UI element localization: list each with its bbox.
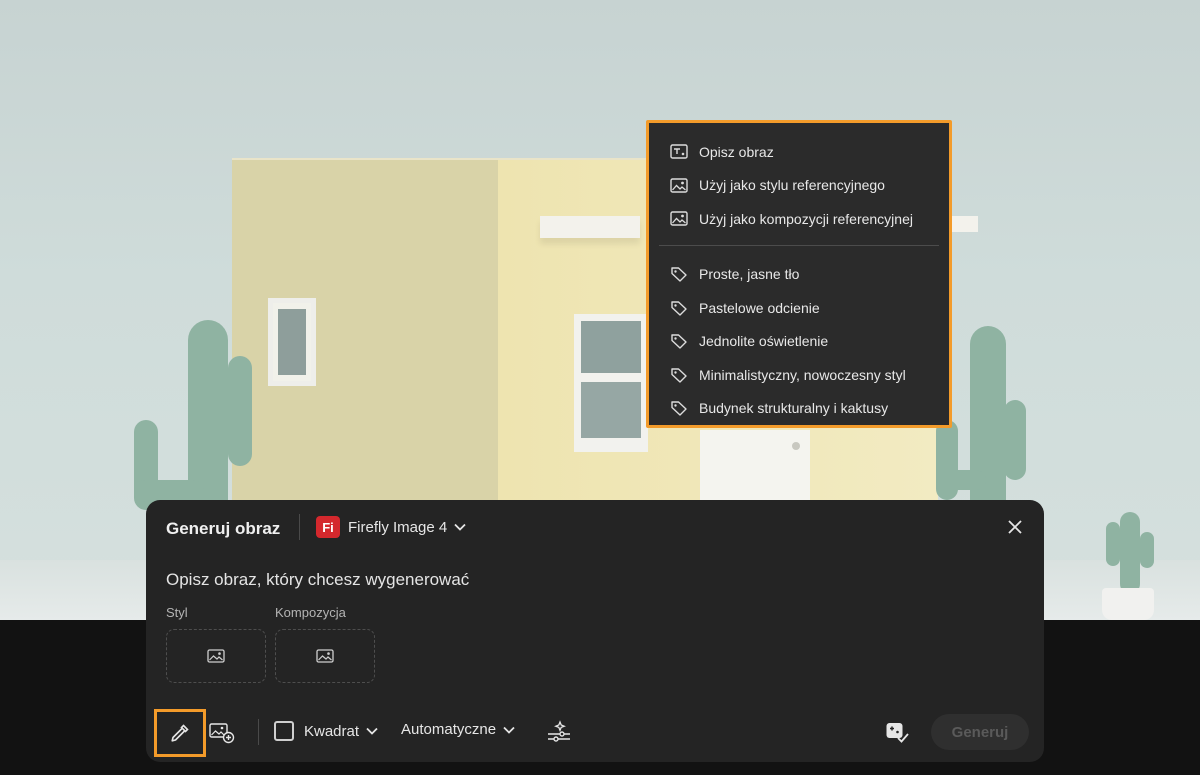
menu-item-label: Użyj jako stylu referencyjnego [699,177,885,194]
menu-item-describe-image[interactable]: Opisz obraz [649,135,949,169]
title-divider [299,514,300,540]
credits-icon [886,723,909,743]
menu-item-label: Opisz obraz [699,143,774,160]
style-reference-slot[interactable] [166,629,266,683]
model-name: Firefly Image 4 [348,518,448,536]
firefly-logo-icon: Fi [316,516,340,538]
close-icon [1008,520,1022,534]
house-awning-small [950,216,978,232]
add-image-button[interactable] [208,720,236,746]
generate-button[interactable]: Generuj [931,714,1029,750]
image-icon [669,211,689,227]
menu-item-tag-pastel-shades[interactable]: Pastelowe odcienie [649,291,949,325]
menu-item-tag-structural-building-cacti[interactable]: Budynek strukturalny i kaktusy [649,392,949,426]
tag-icon [669,266,689,282]
cactus-left-arm-2 [228,356,252,466]
image-placeholder-icon [207,649,225,663]
generate-image-panel: Generuj obraz Fi Firefly Image 4 Styl Ko… [146,500,1044,762]
menu-item-label: Pastelowe odcienie [699,299,820,316]
menu-item-label: Minimalistyczny, nowoczesny styl [699,366,906,383]
effects-settings-button[interactable] [544,718,574,746]
chevron-down-icon [365,726,379,736]
panel-title: Generuj obraz [166,519,281,538]
menu-item-label: Użyj jako kompozycji referencyjnej [699,210,913,227]
cactus-right-arm-1b [936,470,986,490]
aspect-ratio-selector[interactable]: Kwadrat [274,721,379,741]
menu-item-label: Proste, jasne tło [699,266,800,283]
square-aspect-icon [274,721,294,741]
cactus-small-arm-1 [1106,522,1120,566]
composition-reference-slot[interactable] [275,629,375,683]
composition-reference-label: Kompozycja [275,605,346,620]
aspect-ratio-label: Kwadrat [304,722,360,740]
image-icon [669,177,689,193]
cactus-right-arm-2 [1004,400,1026,480]
prompt-input[interactable] [166,568,866,592]
generative-credits-button[interactable] [884,720,910,744]
add-image-icon [209,723,235,744]
describe-image-icon [669,144,689,160]
tag-icon [669,400,689,416]
close-button[interactable] [1006,518,1024,536]
menu-item-tag-simple-bright-background[interactable]: Proste, jasne tło [649,258,949,292]
cactus-pot [1102,588,1154,620]
image-context-menu: Opisz obraz Użyj jako stylu referencyjne… [646,120,952,428]
cactus-small-trunk [1120,512,1140,594]
menu-item-tag-minimalist-modern-style[interactable]: Minimalistyczny, nowoczesny styl [649,358,949,392]
eyedropper-icon [171,724,189,742]
cactus-left-arm-1b [134,480,204,502]
content-type-label: Automatyczne [401,721,497,738]
model-selector[interactable]: Fi Firefly Image 4 [316,516,467,538]
cactus-small-arm-2 [1140,532,1154,568]
toolbar-divider [258,719,259,745]
menu-separator [659,244,939,246]
house-window-large [574,314,648,452]
image-placeholder-icon [316,649,334,663]
menu-item-label: Budynek strukturalny i kaktusy [699,400,889,417]
house-awning [540,216,640,238]
chevron-down-icon [502,725,516,735]
tag-icon [669,367,689,383]
tag-icon [669,333,689,349]
chevron-down-icon [453,522,467,532]
menu-item-use-as-style-reference[interactable]: Użyj jako stylu referencyjnego [649,169,949,203]
eyedropper-button[interactable] [154,709,206,757]
house-window-small [268,298,316,386]
style-reference-label: Styl [166,605,188,620]
tag-icon [669,300,689,316]
menu-item-label: Jednolite oświetlenie [699,333,829,350]
menu-item-tag-uniform-lighting[interactable]: Jednolite oświetlenie [649,325,949,359]
content-type-selector[interactable]: Automatyczne [401,721,516,738]
menu-item-use-as-composition-reference[interactable]: Użyj jako kompozycji referencyjnej [649,202,949,236]
sparkle-settings-icon [548,720,570,742]
